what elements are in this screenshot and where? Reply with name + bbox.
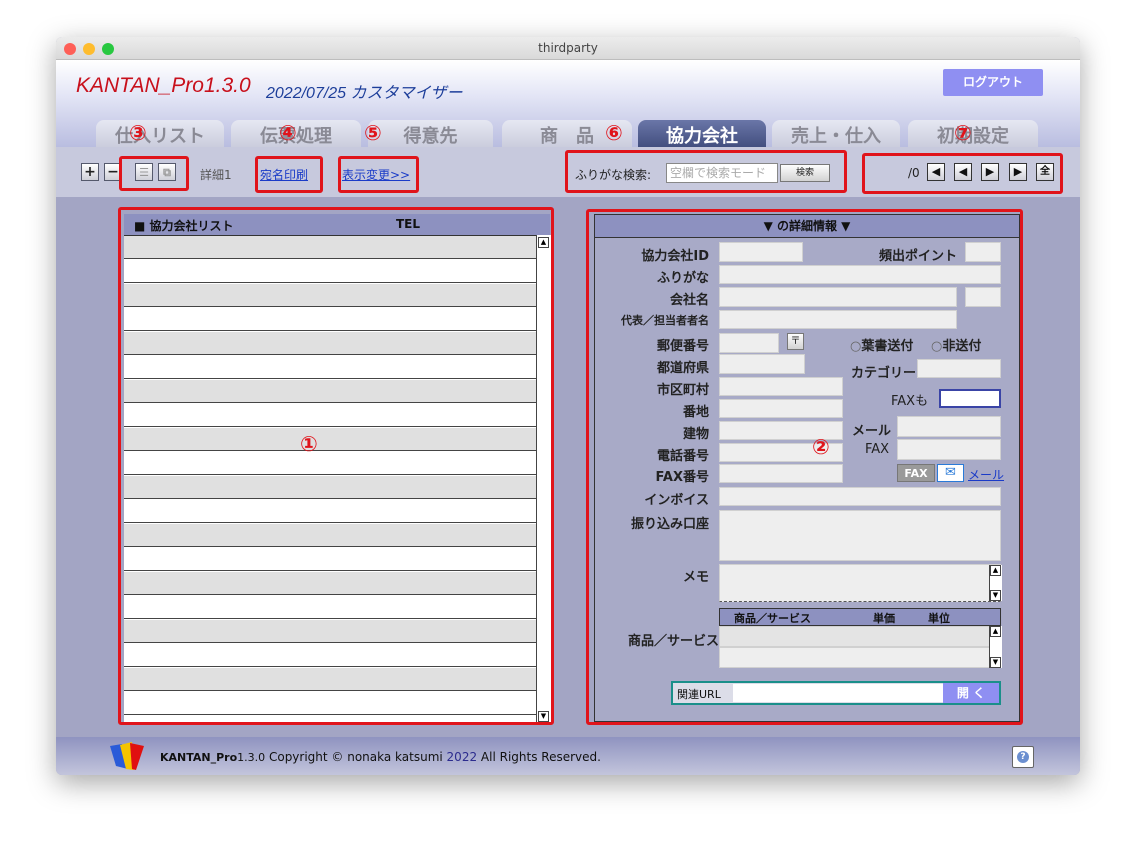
annotation-box-6 (565, 150, 847, 193)
annotation-box-1 (118, 207, 554, 725)
detail-label: 詳細1 (200, 168, 232, 182)
title-bar: thirdparty (56, 37, 1080, 60)
footer-year: 2022 (446, 750, 478, 764)
annotation-marker-3: ③ (129, 121, 147, 145)
kantan-logo-icon (110, 742, 144, 770)
footer-copyright-text: Copyright © nonaka katsumi (265, 750, 447, 764)
help-icon: ? (1017, 751, 1029, 763)
add-record-button[interactable]: + (81, 163, 99, 181)
annotation-box-7 (862, 153, 1063, 194)
annotation-marker-4: ④ (279, 121, 297, 145)
logout-button[interactable]: ログアウト (943, 69, 1043, 96)
annotation-box-2 (586, 209, 1023, 725)
annotation-marker-6: ⑥ (605, 121, 623, 145)
help-button[interactable]: ? (1012, 746, 1034, 768)
annotation-marker-5: ⑤ (364, 121, 382, 145)
footer-version: 1.3.0 (237, 751, 266, 764)
footer-brand: KANTAN_Pro (160, 751, 238, 764)
annotation-box-4 (255, 156, 323, 193)
annotation-box-5 (338, 156, 419, 193)
window-title: thirdparty (538, 41, 598, 55)
annotation-marker-1: ① (300, 432, 318, 456)
footer-copyright: KANTAN_Pro1.3.0 Copyright © nonaka katsu… (160, 750, 601, 764)
app-name: KANTAN_Pro1.3.0 (76, 74, 251, 97)
annotation-box-3 (119, 156, 189, 191)
app-window: thirdparty KANTAN_Pro1.3.0 2022/07/25 カス… (56, 37, 1080, 775)
annotation-marker-2: ② (812, 435, 830, 459)
app-footer: KANTAN_Pro1.3.0 Copyright © nonaka katsu… (56, 737, 1080, 775)
app-header: KANTAN_Pro1.3.0 2022/07/25 カスタマイザー ログアウト… (56, 60, 1080, 153)
footer-rights: All Rights Reserved. (477, 750, 601, 764)
annotation-marker-7: ⑦ (954, 121, 972, 145)
app-date: 2022/07/25 カスタマイザー (266, 85, 463, 102)
